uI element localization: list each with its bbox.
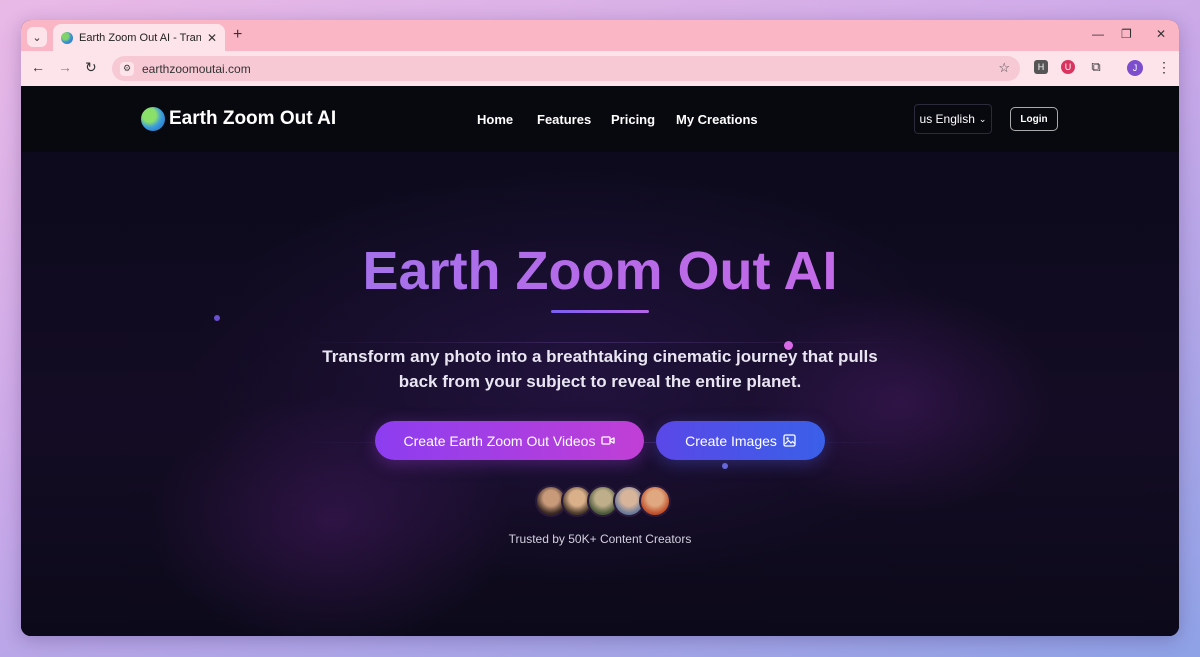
login-button[interactable]: Login xyxy=(1010,107,1058,131)
nav-pricing[interactable]: Pricing xyxy=(611,112,655,127)
close-window-icon[interactable]: ✕ xyxy=(1156,27,1166,41)
create-videos-label: Create Earth Zoom Out Videos xyxy=(403,432,596,449)
language-select[interactable]: us English ⌄ xyxy=(914,104,992,134)
browser-toolbar: ← → ↻ ⚙ earthzoomoutai.com ☆ H U ⧉ J ⋮ xyxy=(21,51,1179,86)
decorative-dot xyxy=(722,463,728,469)
creator-avatars xyxy=(535,485,671,517)
nav-my-creations[interactable]: My Creations xyxy=(676,112,758,127)
decorative-dot xyxy=(214,315,220,321)
site-settings-icon[interactable]: ⚙ xyxy=(120,61,134,76)
create-images-label: Create Images xyxy=(685,432,777,449)
title-underline xyxy=(551,310,649,313)
browser-window: ⌄ Earth Zoom Out AI - Transform ✕ + — ❐ … xyxy=(21,20,1179,636)
forward-arrow-icon[interactable]: → xyxy=(58,59,72,75)
extension-u-icon[interactable]: U xyxy=(1061,60,1075,74)
nav-home[interactable]: Home xyxy=(477,112,513,127)
tab-search-button[interactable]: ⌄ xyxy=(27,27,47,47)
address-bar[interactable]: ⚙ earthzoomoutai.com ☆ xyxy=(112,56,1020,81)
web-page: Earth Zoom Out AI Home Features Pricing … xyxy=(21,86,1179,636)
close-tab-icon[interactable]: ✕ xyxy=(207,31,217,45)
site-logo[interactable]: Earth Zoom Out AI xyxy=(141,107,336,131)
url-text: earthzoomoutai.com xyxy=(142,61,251,76)
language-label: us English xyxy=(919,112,975,126)
globe-logo-icon xyxy=(141,107,165,131)
decorative-line xyxy=(291,342,911,343)
hero-title: Earth Zoom Out AI xyxy=(21,240,1179,302)
restore-icon[interactable]: ❐ xyxy=(1121,27,1132,41)
nav-features[interactable]: Features xyxy=(537,112,591,127)
create-videos-button[interactable]: Create Earth Zoom Out Videos xyxy=(375,421,644,460)
back-arrow-icon[interactable]: ← xyxy=(31,59,45,75)
video-camera-icon xyxy=(601,436,616,445)
tab-strip: ⌄ Earth Zoom Out AI - Transform ✕ + — ❐ … xyxy=(21,20,1179,51)
globe-favicon-icon xyxy=(61,31,73,44)
new-tab-button[interactable]: + xyxy=(233,26,242,44)
chevron-down-icon: ⌄ xyxy=(978,113,987,124)
extension-h-icon[interactable]: H xyxy=(1034,60,1048,74)
tab-active[interactable]: Earth Zoom Out AI - Transform ✕ xyxy=(53,24,225,51)
minimize-icon[interactable]: — xyxy=(1092,27,1104,41)
create-images-button[interactable]: Create Images xyxy=(656,421,825,460)
logo-text: Earth Zoom Out AI xyxy=(169,108,337,129)
reload-icon[interactable]: ↻ xyxy=(85,59,97,76)
hero-section: Earth Zoom Out AI Transform any photo in… xyxy=(21,152,1179,636)
avatar xyxy=(639,485,671,517)
site-header: Earth Zoom Out AI Home Features Pricing … xyxy=(21,86,1179,152)
profile-avatar[interactable]: J xyxy=(1127,60,1143,76)
menu-kebab-icon[interactable]: ⋮ xyxy=(1157,59,1171,76)
tab-title: Earth Zoom Out AI - Transform xyxy=(79,31,201,44)
bookmark-star-icon[interactable]: ☆ xyxy=(998,60,1010,76)
trusted-by-text: Trusted by 50K+ Content Creators xyxy=(508,532,692,546)
puzzle-extensions-icon[interactable]: ⧉ xyxy=(1089,59,1103,74)
image-icon xyxy=(783,434,796,447)
hero-subtitle: Transform any photo into a breathtaking … xyxy=(322,347,878,391)
